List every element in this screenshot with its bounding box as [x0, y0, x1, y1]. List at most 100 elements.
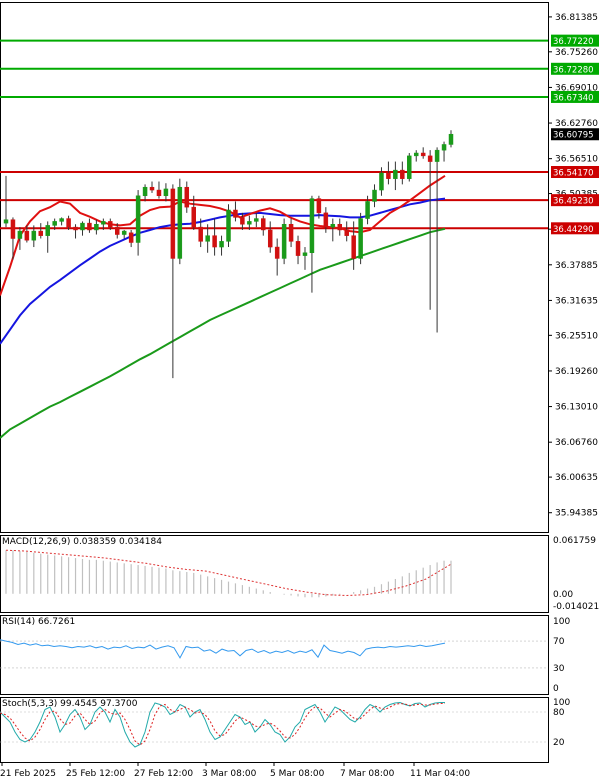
candle-body	[386, 172, 391, 179]
candle-body	[52, 221, 57, 226]
price-tick-label: 36.81385	[555, 13, 598, 23]
candle-body	[351, 235, 356, 259]
candle-body	[267, 229, 273, 248]
candle-body	[233, 209, 238, 218]
candle-body	[240, 217, 245, 225]
price-tick-label: 36.31635	[555, 296, 598, 306]
time-axis: 21 Feb 2025 25 Feb 12:00 27 Feb 12:00 3 Mar…	[0, 762, 470, 779]
candle-body	[274, 246, 280, 259]
candle-body	[184, 186, 190, 208]
rsi-panel: 100 70 30 0	[0, 617, 570, 694]
candle-body	[441, 144, 447, 151]
time-tick-label: 7 Mar 08:00	[340, 769, 395, 778]
macd-tick-label: 0.061759	[553, 536, 596, 546]
price-tick-label: 36.75260	[555, 48, 598, 58]
panel-border-0	[0, 2, 549, 533]
candle-body	[205, 235, 210, 242]
support-price-label: 36.54170	[553, 168, 594, 178]
rsi-tick-label: 100	[553, 617, 570, 627]
stoch-tick-label: 20	[553, 738, 565, 748]
candle-body	[31, 230, 37, 241]
ma-fast-line	[0, 174, 446, 296]
rsi-tick-label: 0	[553, 684, 559, 694]
price-tick-label: 36.25510	[555, 331, 598, 341]
candle-body	[115, 226, 120, 235]
candle-body	[358, 218, 363, 259]
candle-body	[295, 241, 301, 256]
time-tick-label: 25 Feb 12:00	[66, 769, 125, 778]
candle-body	[219, 241, 224, 248]
candle-body	[330, 224, 336, 228]
time-tick-label: 3 Mar 08:00	[202, 769, 257, 778]
candle-body	[198, 226, 203, 242]
chart-canvas[interactable]: 0.061759 0.00 -0.014021 100 70 30 0 100 80 20 3…	[0, 0, 600, 779]
candle-body	[281, 224, 287, 259]
price-tick-label: 36.06760	[555, 438, 598, 448]
candle-body	[45, 225, 50, 236]
stoch-tick-label: 80	[553, 708, 565, 718]
candle-body	[323, 212, 329, 228]
stoch-label: Stoch(5,3,3) 99.4545 97.3700	[2, 699, 138, 709]
panel-borders	[0, 2, 549, 763]
time-tick-label: 5 Mar 08:00	[270, 769, 325, 778]
price-tick-label: 35.94385	[555, 509, 598, 519]
time-tick-label: 11 Mar 04:00	[410, 769, 470, 778]
candle-body	[288, 224, 294, 242]
ma-slow-line	[0, 227, 446, 439]
candle-body	[101, 221, 106, 225]
macd-tick-label: 0.00	[553, 590, 573, 600]
rsi-tick-label: 30	[553, 664, 565, 674]
candle-body	[344, 229, 349, 236]
candle-body	[407, 155, 412, 179]
panel-border-2	[0, 615, 549, 695]
candle-body	[379, 172, 384, 191]
candle-body	[156, 189, 162, 197]
macd-tick-label: -0.014021	[553, 602, 599, 612]
candle-body	[420, 152, 426, 157]
candle-body	[149, 186, 155, 191]
price-levels	[0, 39, 548, 230]
candle-body	[302, 252, 308, 256]
price-tick-label: 36.37885	[555, 261, 598, 271]
support-price-label: 36.44290	[553, 225, 594, 235]
price-tick-label: 36.13010	[555, 403, 598, 413]
price-tick-label: 36.19260	[555, 367, 598, 377]
candle-body	[448, 133, 454, 145]
price-axis: 36.8138536.7526036.6901036.6276036.56510…	[548, 13, 599, 519]
stoch-k-line	[0, 701, 445, 748]
candle-body	[254, 218, 259, 222]
candle-body	[261, 218, 266, 231]
candle-body	[226, 209, 231, 242]
candle-body	[191, 206, 196, 228]
candle-body	[10, 219, 16, 239]
candle-body	[87, 222, 92, 231]
candle-body	[393, 169, 398, 179]
time-tick-label: 21 Feb 2025	[0, 769, 56, 778]
candle-body	[121, 230, 127, 235]
candle-body	[316, 198, 322, 214]
rsi-tick-label: 70	[553, 637, 565, 647]
resistance-price-label: 36.72280	[553, 65, 594, 75]
candle-body	[38, 230, 44, 236]
candle-body	[108, 221, 113, 228]
candle-body	[434, 149, 440, 162]
candle-body	[400, 169, 405, 179]
resistance-price-label: 36.67340	[553, 93, 594, 103]
rsi-line	[0, 639, 446, 659]
candle-body	[17, 230, 23, 239]
candle-body	[212, 235, 217, 248]
current-price-label: 36.60795	[553, 131, 594, 141]
candles	[3, 130, 454, 379]
candle-body	[427, 155, 433, 162]
candle-body	[24, 230, 30, 241]
candle-body	[135, 195, 141, 243]
rsi-label: RSI(14) 66.7261	[2, 617, 75, 627]
candle-body	[94, 224, 99, 231]
candle-body	[59, 218, 64, 222]
candle-body	[128, 232, 134, 243]
candle-body	[3, 219, 9, 224]
trading-chart[interactable]: 0.061759 0.00 -0.014021 100 70 30 0 100 80 20 3…	[0, 0, 600, 779]
moving-averages	[0, 174, 446, 439]
support-price-label: 36.49230	[553, 197, 594, 207]
candle-body	[142, 186, 148, 197]
